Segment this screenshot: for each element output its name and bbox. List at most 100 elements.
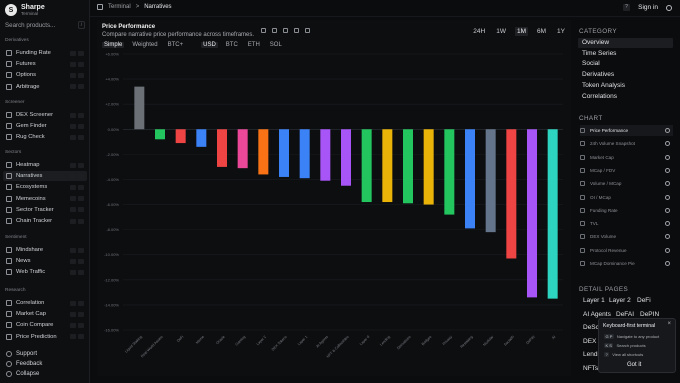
mode-simple[interactable]: Simple — [102, 42, 125, 48]
download-icon[interactable] — [294, 28, 299, 33]
chart-option-funding-rate[interactable]: Funding Rate — [580, 205, 673, 216]
bar-socialfi[interactable] — [506, 129, 517, 259]
footer-support[interactable]: Support — [6, 351, 37, 357]
mode-weighted[interactable]: Weighted — [130, 42, 159, 48]
bar-layer-2[interactable] — [258, 129, 269, 175]
bar-privacy[interactable] — [444, 129, 455, 215]
got-it-button[interactable]: Got it — [627, 362, 641, 368]
currency-usd[interactable]: USD — [201, 42, 218, 48]
category-token-analysis[interactable]: Token Analysis — [578, 81, 673, 91]
sign-in-button[interactable]: Sign in — [638, 4, 658, 11]
detail-page-layer-2[interactable]: Layer 2 — [609, 297, 631, 304]
sidebar-item-correlation[interactable]: Correlation — [3, 298, 87, 308]
sidebar-item-mindshare[interactable]: Mindshare — [3, 245, 87, 255]
timeframe-1m[interactable]: 1M — [514, 27, 529, 36]
sidebar-item-gem-finder[interactable]: Gem Finder — [3, 121, 87, 131]
sidebar-item-arbitrage[interactable]: Arbitrage — [3, 82, 87, 92]
bar-layer-0[interactable] — [361, 129, 372, 203]
search-input[interactable] — [5, 21, 71, 29]
chart-option-mcap-dominance-pie[interactable]: MCap Dominance Pie — [580, 258, 673, 269]
sidebar-item-news[interactable]: News — [3, 256, 87, 266]
detail-page-depin[interactable]: DePIN — [640, 311, 659, 318]
chart-option-mcap-fdv[interactable]: MCap / FDV — [580, 165, 673, 176]
sidebar-item-rug-check[interactable]: Rug Check — [3, 132, 87, 142]
timeframe-1w[interactable]: 1W — [494, 27, 508, 36]
detail-page-ai-agents[interactable]: AI Agents — [583, 311, 611, 318]
bar-oracle[interactable] — [217, 129, 227, 167]
sidebar-item-dex-screener[interactable]: DEX Screener — [3, 110, 87, 120]
bar-layer-1[interactable] — [299, 129, 310, 179]
bar-liquid-staking[interactable] — [134, 86, 145, 130]
sidebar-item-web-traffic[interactable]: Web Traffic — [3, 267, 87, 277]
bar-defi[interactable] — [175, 129, 186, 144]
settings-icon[interactable] — [261, 28, 266, 33]
chart-option-tvl[interactable]: TVL — [580, 218, 673, 229]
bar-depin[interactable] — [527, 129, 537, 298]
sidebar-item-funding-rate[interactable]: Funding Rate — [3, 48, 87, 58]
sidebar-toggle-icon[interactable] — [97, 4, 103, 10]
help-button[interactable]: ? — [623, 4, 630, 11]
info-icon[interactable] — [665, 141, 670, 147]
sidebar-item-price-prediction[interactable]: Price Prediction — [3, 332, 87, 342]
chart-option-dex-volume[interactable]: DEX Volume — [580, 231, 673, 242]
bar-restaking[interactable] — [465, 129, 475, 229]
search-box[interactable]: / — [5, 20, 85, 30]
close-icon[interactable]: × — [667, 321, 671, 327]
bar-dex-tokens[interactable] — [279, 129, 289, 177]
currency-eth[interactable]: ETH — [246, 42, 262, 48]
detail-page-nfts[interactable]: NFTs — [583, 365, 598, 372]
detail-page-defi[interactable]: DeFi — [637, 297, 651, 304]
bar-derivatives[interactable] — [403, 129, 413, 204]
info-icon[interactable] — [665, 128, 670, 133]
info-icon[interactable] — [665, 234, 670, 240]
theme-toggle-icon[interactable] — [666, 5, 672, 11]
category-correlations[interactable]: Correlations — [578, 92, 673, 102]
sidebar-item-coin-compare[interactable]: Coin Compare — [3, 320, 87, 330]
bar-bridges[interactable] — [423, 129, 434, 205]
brand[interactable]: S Sharpe Terminal — [5, 4, 45, 16]
refresh-icon[interactable] — [272, 28, 277, 33]
info-icon[interactable] — [665, 154, 670, 160]
currency-sol[interactable]: SOL — [268, 42, 284, 48]
bar-ai-agents[interactable] — [320, 129, 331, 181]
info-icon[interactable] — [665, 261, 670, 266]
chart-option-volume-mcap[interactable]: Volume / MCap — [580, 178, 673, 189]
category-overview[interactable]: Overview — [578, 38, 673, 48]
mode-btc[interactable]: BTC+ — [166, 42, 186, 48]
sidebar-item-futures[interactable]: Futures — [3, 59, 87, 69]
breadcrumb-root[interactable]: Terminal — [108, 4, 131, 10]
delete-icon[interactable] — [283, 28, 288, 33]
chart-option-price-performance[interactable]: Price Performance — [580, 125, 673, 136]
detail-page-layer-1[interactable]: Layer 1 — [583, 297, 605, 304]
info-icon[interactable] — [665, 194, 670, 200]
footer-collapse[interactable]: Collapse — [6, 371, 39, 377]
category-derivatives[interactable]: Derivatives — [578, 70, 673, 80]
sidebar-item-heatmap[interactable]: Heatmap — [3, 160, 87, 170]
chart-option-oi-mcap[interactable]: OI / MCap — [580, 192, 673, 203]
sidebar-item-chain-tracker[interactable]: Chain Tracker — [3, 216, 87, 226]
footer-feedback[interactable]: Feedback — [6, 361, 42, 367]
info-icon[interactable] — [665, 207, 670, 213]
expand-icon[interactable] — [305, 28, 310, 33]
sidebar-item-ecosystems[interactable]: Ecosystems — [3, 182, 87, 192]
info-icon[interactable] — [665, 247, 670, 253]
bar-ai[interactable] — [547, 129, 558, 299]
detail-page-dex[interactable]: DEX — [583, 338, 596, 345]
detail-page-defai[interactable]: DeFAI — [616, 311, 634, 318]
bar-lending[interactable] — [382, 129, 393, 203]
sidebar-item-market-cap[interactable]: Market Cap — [3, 309, 87, 319]
info-icon[interactable] — [665, 181, 670, 187]
bar-meme[interactable] — [196, 129, 207, 147]
sidebar-item-options[interactable]: Options — [3, 70, 87, 80]
bar-nft-collectibles[interactable] — [341, 129, 351, 186]
category-social[interactable]: Social — [578, 59, 673, 69]
timeframe-6m[interactable]: 6M — [535, 27, 548, 36]
chart-option-market-cap[interactable]: Market Cap — [580, 152, 673, 163]
timeframe-24h[interactable]: 24H — [471, 27, 487, 36]
category-time-series[interactable]: Time Series — [578, 49, 673, 59]
info-icon[interactable] — [665, 221, 670, 227]
sidebar-item-memecoins[interactable]: Memecoins — [3, 194, 87, 204]
bar-gaming[interactable] — [237, 129, 248, 169]
currency-btc[interactable]: BTC — [224, 42, 240, 48]
info-icon[interactable] — [665, 167, 670, 173]
